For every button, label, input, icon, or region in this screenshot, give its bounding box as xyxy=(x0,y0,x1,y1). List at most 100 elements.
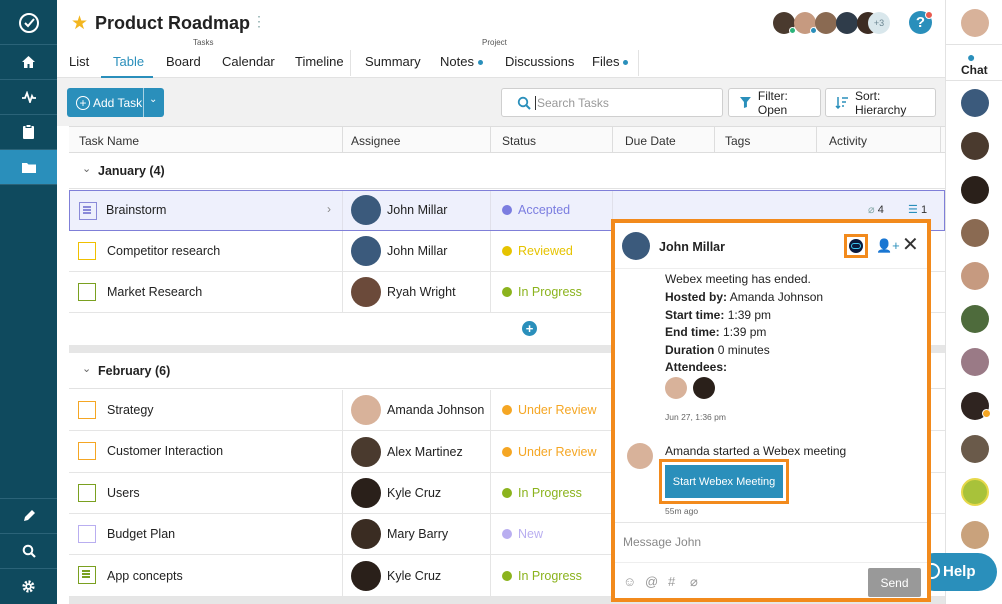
tab-summary[interactable]: Summary xyxy=(365,54,421,69)
column-header[interactable]: Activity xyxy=(829,134,867,148)
status-badge[interactable]: Accepted xyxy=(502,203,570,217)
chat-contact-avatar[interactable] xyxy=(961,132,989,160)
assignee-name[interactable]: Alex Martinez xyxy=(387,445,463,459)
tab-files[interactable]: Files xyxy=(592,54,629,69)
chat-contact-avatar[interactable] xyxy=(961,521,989,549)
attendee-avatar[interactable] xyxy=(693,377,715,399)
column-header[interactable]: Task Name xyxy=(79,134,139,148)
assignee-name[interactable]: Amanda Johnson xyxy=(387,403,484,417)
task-checkbox[interactable] xyxy=(78,442,96,460)
attachment-count[interactable]: ⌀ 4 xyxy=(868,203,884,216)
add-task-button[interactable]: + Add Task ⌄ xyxy=(67,88,164,117)
task-name[interactable]: Budget Plan xyxy=(107,527,175,541)
pencil-icon[interactable] xyxy=(0,499,57,533)
message-input[interactable]: Message John xyxy=(623,535,701,549)
status-badge[interactable]: In Progress xyxy=(502,569,582,583)
paperclip-icon[interactable]: ⌀ xyxy=(690,574,698,590)
tab-notes[interactable]: Notes xyxy=(440,54,483,69)
task-name[interactable]: Brainstorm xyxy=(106,203,166,217)
status-badge[interactable]: In Progress xyxy=(502,486,582,500)
add-person-icon[interactable]: 👤+ xyxy=(876,238,900,254)
status-badge[interactable]: Reviewed xyxy=(502,244,573,258)
chat-contact-avatar[interactable] xyxy=(961,176,989,204)
more-collaborators-badge[interactable]: +3 xyxy=(868,12,890,34)
column-header[interactable]: Due Date xyxy=(625,134,676,148)
close-icon[interactable]: ✕ xyxy=(902,235,919,255)
search-tasks-input[interactable]: Search Tasks xyxy=(501,88,723,117)
add-task-plus-icon[interactable]: + xyxy=(522,321,537,336)
subtask-count[interactable]: ☰ 1 xyxy=(908,203,927,216)
away-indicator xyxy=(982,409,991,418)
activity-icon[interactable] xyxy=(0,80,57,114)
favorite-star-icon[interactable]: ★ xyxy=(71,12,88,35)
assignee-name[interactable]: John Millar xyxy=(387,244,447,258)
tab-board[interactable]: Board xyxy=(166,54,201,69)
current-user-avatar[interactable] xyxy=(961,9,989,37)
more-options-icon[interactable]: ⋮ xyxy=(252,13,266,30)
clipboard-icon[interactable] xyxy=(0,115,57,149)
assignee-name[interactable]: Kyle Cruz xyxy=(387,486,441,500)
chat-contact-avatar[interactable] xyxy=(961,262,989,290)
assignee-name[interactable]: John Millar xyxy=(387,203,447,217)
start-webex-meeting-button[interactable]: Start Webex Meeting xyxy=(665,465,783,498)
search-icon[interactable] xyxy=(0,534,57,568)
chat-contact-avatar[interactable] xyxy=(961,305,989,333)
task-name[interactable]: Customer Interaction xyxy=(107,444,223,458)
task-name[interactable]: App concepts xyxy=(107,569,183,583)
chat-contact-avatar[interactable] xyxy=(961,435,989,463)
task-checkbox[interactable] xyxy=(78,283,96,301)
status-badge[interactable]: Under Review xyxy=(502,445,597,459)
tab-timeline[interactable]: Timeline xyxy=(295,54,344,69)
task-name[interactable]: Users xyxy=(107,486,140,500)
sort-button[interactable]: Sort: Hierarchy xyxy=(825,88,936,117)
gear-icon[interactable] xyxy=(0,569,57,603)
tab-list[interactable]: List xyxy=(69,54,89,69)
task-checkbox[interactable] xyxy=(78,242,96,260)
chat-contact-avatar[interactable] xyxy=(961,478,989,506)
status-badge[interactable]: Under Review xyxy=(502,403,597,417)
task-name[interactable]: Market Research xyxy=(107,285,202,299)
assignee-name[interactable]: Mary Barry xyxy=(387,527,448,541)
task-checkbox[interactable] xyxy=(78,401,96,419)
chat-contact-avatar[interactable] xyxy=(961,348,989,376)
tab-table[interactable]: Table xyxy=(113,54,144,69)
avatar[interactable] xyxy=(836,12,858,34)
tab-discussions[interactable]: Discussions xyxy=(505,54,574,69)
task-checkbox[interactable] xyxy=(78,566,96,584)
assignee-name[interactable]: Kyle Cruz xyxy=(387,569,441,583)
tab-calendar[interactable]: Calendar xyxy=(222,54,275,69)
group-january[interactable]: ⌄ January (4) xyxy=(69,153,945,189)
status-badge[interactable]: New xyxy=(502,527,543,541)
webex-button[interactable] xyxy=(844,234,868,258)
column-header[interactable]: Assignee xyxy=(351,134,400,148)
task-checkbox[interactable] xyxy=(79,202,97,220)
chat-label[interactable]: Chat xyxy=(961,63,988,77)
folder-icon[interactable] xyxy=(0,150,57,184)
avatar[interactable] xyxy=(815,12,837,34)
task-name[interactable]: Strategy xyxy=(107,403,154,417)
chevron-down-icon[interactable]: ⌄ xyxy=(82,162,91,175)
send-button[interactable]: Send xyxy=(868,568,921,597)
chevron-down-icon[interactable]: ⌄ xyxy=(82,362,91,375)
attendee-avatar[interactable] xyxy=(665,377,687,399)
task-checkbox[interactable] xyxy=(78,525,96,543)
status-badge[interactable]: In Progress xyxy=(502,285,582,299)
hashtag-icon[interactable]: # xyxy=(668,574,675,589)
task-name[interactable]: Competitor research xyxy=(107,244,220,258)
contact-avatar xyxy=(622,232,650,260)
app-logo-icon[interactable] xyxy=(0,5,57,41)
column-header[interactable]: Status xyxy=(502,134,536,148)
assignee-name[interactable]: Ryah Wright xyxy=(387,285,456,299)
filter-button[interactable]: Filter: Open xyxy=(728,88,821,117)
project-tabs: List Tasks Table Board Calendar Timeline… xyxy=(57,38,945,78)
emoji-icon[interactable]: ☺ xyxy=(623,574,636,589)
mention-icon[interactable]: @ xyxy=(645,574,658,589)
chat-contact-avatar[interactable] xyxy=(961,89,989,117)
unread-dot xyxy=(623,60,629,66)
column-header[interactable]: Tags xyxy=(725,134,750,148)
chat-contact-avatar[interactable] xyxy=(961,219,989,247)
home-icon[interactable] xyxy=(0,45,57,79)
chevron-down-icon[interactable]: ⌄ xyxy=(149,94,157,105)
chevron-right-icon[interactable]: › xyxy=(327,202,331,216)
task-checkbox[interactable] xyxy=(78,484,96,502)
